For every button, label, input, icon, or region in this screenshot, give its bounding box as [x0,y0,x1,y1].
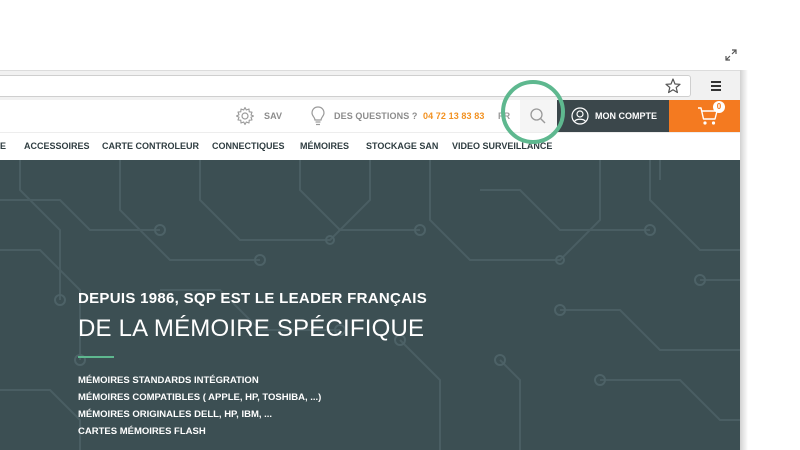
nav-item-memoires[interactable]: MÉMOIRES [300,133,349,160]
nav-item-accessoires[interactable]: ACCESSOIRES [24,133,90,160]
hero-title: DE LA MÉMOIRE SPÉCIFIQUE [78,315,425,342]
address-bar[interactable] [0,75,691,97]
browser-toolbar [0,70,740,101]
gear-icon[interactable] [235,106,255,126]
questions-label: DES QUESTIONS ? [334,111,418,121]
user-icon [571,107,589,125]
nav-item-partial[interactable]: E [0,133,6,160]
cart-button[interactable]: 0 [669,100,740,132]
cart-count-badge: 0 [713,101,725,113]
hero-banner: DEPUIS 1986, SQP EST LE LEADER FRANÇAIS … [0,160,740,450]
hero-bullet: MÉMOIRES ORIGINALES DELL, HP, IBM, ... [78,409,273,420]
hero-divider [78,356,114,358]
nav-item-connectiques[interactable]: CONNECTIQUES [212,133,285,160]
nav-item-carte-controleur[interactable]: CARTE CONTROLEUR [102,133,199,160]
site-header: SAV DES QUESTIONS ? 04 72 13 83 83 FR MO… [0,100,740,133]
phone-number[interactable]: 04 72 13 83 83 [423,100,484,132]
resize-icon[interactable] [724,48,738,62]
browser-menu-icon[interactable] [710,80,722,92]
account-label: MON COMPTE [595,111,657,121]
hero-bullet: MÉMOIRES STANDARDS INTÉGRATION [78,375,259,386]
nav-item-stockage-san[interactable]: STOCKAGE SAN [366,133,438,160]
window-shadow [740,70,748,450]
search-highlight-ring [501,80,565,144]
hero-kicker: DEPUIS 1986, SQP EST LE LEADER FRANÇAIS [78,290,428,307]
lightbulb-icon [311,106,325,126]
hero-bullet-list: MÉMOIRES STANDARDS INTÉGRATION MÉMOIRES … [78,372,321,440]
bookmark-star-icon[interactable] [664,77,682,95]
sav-link[interactable]: SAV [264,100,282,132]
hero-bullet: CARTES MÉMOIRES FLASH [78,426,206,437]
account-button[interactable]: MON COMPTE [557,100,669,132]
browser-window: SAV DES QUESTIONS ? 04 72 13 83 83 FR MO… [0,0,740,450]
main-navigation: E ACCESSOIRES CARTE CONTROLEUR CONNECTIQ… [0,133,740,160]
hero-bullet: MÉMOIRES COMPATIBLES ( APPLE, HP, TOSHIB… [78,392,322,403]
